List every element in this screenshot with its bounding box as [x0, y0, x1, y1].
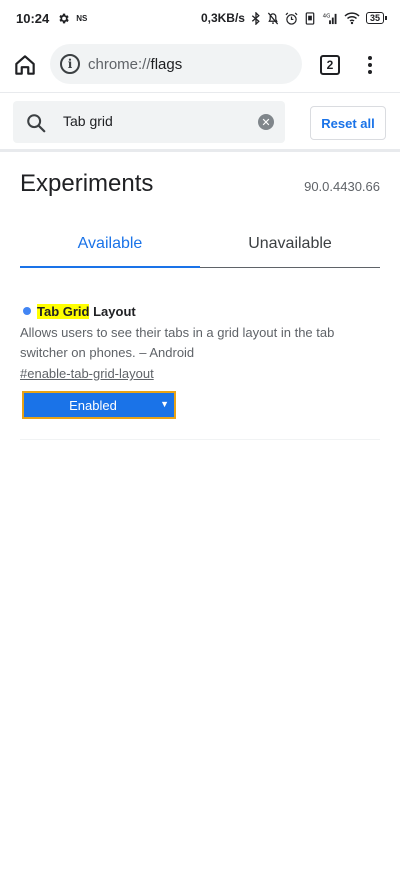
flag-permalink[interactable]: #enable-tab-grid-layout — [20, 363, 154, 385]
tab-switcher-button[interactable]: 2 — [320, 55, 340, 75]
search-box[interactable]: ✕ — [13, 101, 285, 143]
info-icon[interactable]: i — [60, 54, 80, 74]
flag-state-value: Enabled — [69, 397, 117, 413]
tab-unavailable[interactable]: Unavailable — [200, 220, 380, 267]
search-input[interactable] — [63, 113, 253, 129]
flags-search-bar: ✕ Reset all — [0, 92, 400, 152]
ns-indicator: NS — [76, 13, 88, 23]
wifi-icon — [344, 11, 360, 25]
url-scheme: chrome:// — [88, 55, 151, 73]
flag-status-dot — [23, 307, 31, 315]
signal-icon: 4G — [322, 12, 338, 25]
menu-icon[interactable] — [362, 52, 378, 78]
browser-toolbar: i chrome://flags 2 — [0, 40, 400, 90]
bell-off-icon — [267, 12, 279, 25]
url-host: flags — [150, 55, 183, 73]
reset-all-button[interactable]: Reset all — [310, 106, 386, 140]
flag-description: Allows users to see their tabs in a grid… — [20, 325, 335, 360]
page-header: Experiments 90.0.4430.66 — [20, 170, 380, 198]
chevron-down-icon: ▼ — [160, 399, 169, 409]
clear-icon[interactable]: ✕ — [258, 114, 274, 130]
tab-available[interactable]: Available — [20, 220, 200, 268]
flag-title-rest: Layout — [89, 303, 136, 319]
gear-icon — [57, 12, 70, 25]
flag-entry: Tab Grid Layout Allows users to see thei… — [20, 300, 380, 440]
omnibox[interactable]: i chrome://flags — [50, 44, 302, 84]
vibrate-icon — [304, 11, 316, 25]
flag-state-select[interactable]: Enabled ▼ — [22, 391, 176, 419]
version-label: 90.0.4430.66 — [304, 179, 380, 194]
search-icon — [25, 112, 47, 134]
url-text[interactable]: chrome://flags — [88, 56, 182, 73]
flag-title: Tab Grid Layout — [20, 300, 380, 322]
status-bar: 10:24 NS 0,3KB/s 4G 35 — [0, 0, 400, 36]
tab-bar: Available Unavailable — [20, 220, 380, 268]
home-icon[interactable] — [12, 52, 38, 78]
alarm-icon — [285, 12, 298, 25]
battery-icon: 35 — [365, 12, 388, 24]
page-title: Experiments — [20, 170, 154, 197]
network-speed: 0,3KB/s — [200, 11, 245, 25]
flag-title-highlight: Tab Grid — [37, 303, 90, 319]
clock: 10:24 — [16, 10, 50, 26]
bluetooth-icon — [251, 11, 261, 25]
svg-text:4G: 4G — [323, 13, 331, 19]
